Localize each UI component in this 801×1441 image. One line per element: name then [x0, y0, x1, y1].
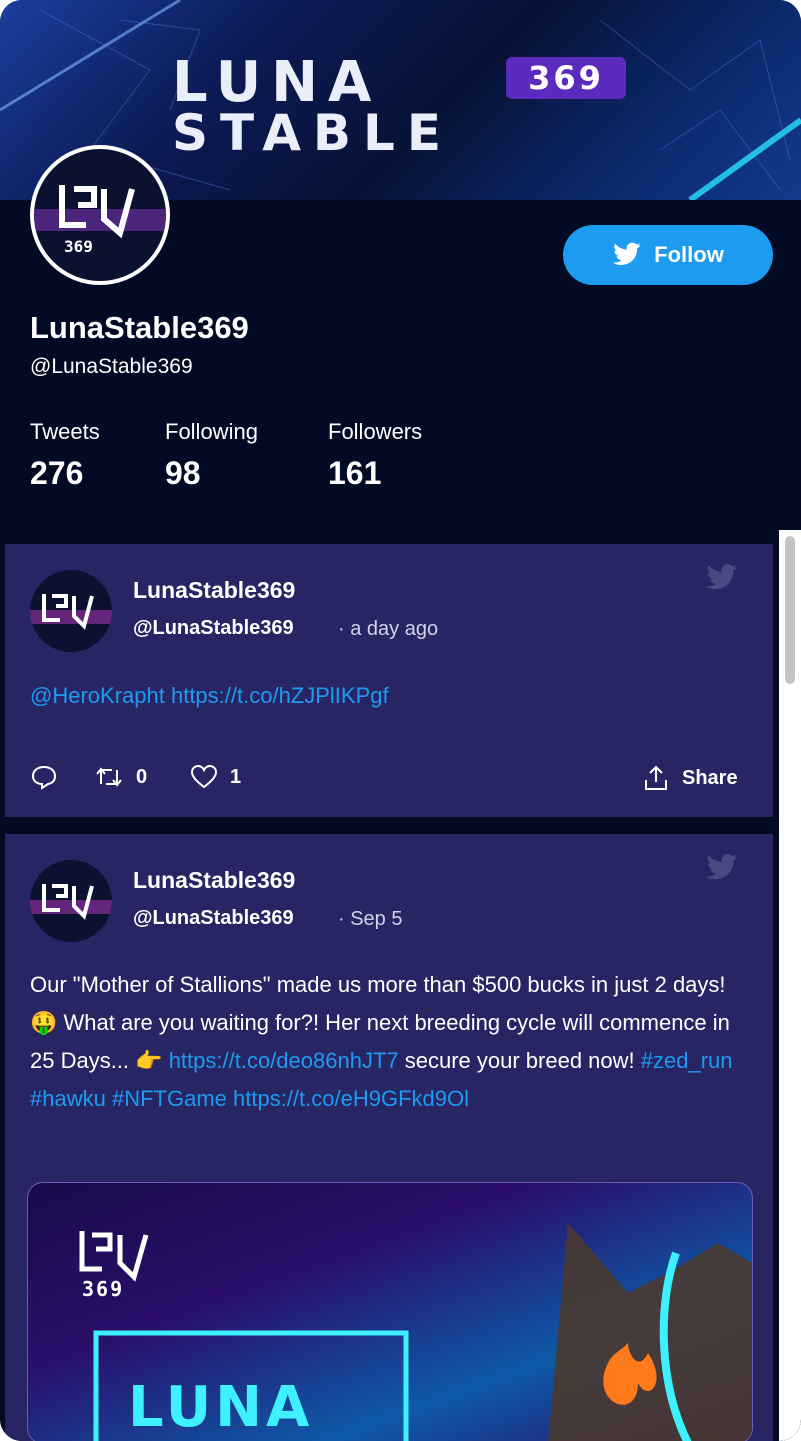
follow-button[interactable]: Follow [563, 225, 773, 285]
horse-logo-icon [34, 185, 166, 239]
twitter-timeline-widget: LUNA 369 STABLE 369 Follow LunaStable369… [0, 0, 801, 1441]
tweet-author-handle[interactable]: @LunaStable369 [133, 907, 294, 930]
tweet-url-link[interactable]: https://t.co/eH9GFkd9Ol [233, 1086, 469, 1111]
banner-title-line2: STABLE [172, 104, 454, 162]
reply-button[interactable] [30, 764, 58, 790]
horse-logo-icon [30, 594, 112, 630]
tweet-text: Our "Mother of Stallions" made us more t… [30, 966, 750, 1118]
retweet-icon [96, 767, 122, 787]
timeline-scrollbar[interactable] [779, 530, 801, 1441]
stat-value-followers: 161 [328, 455, 382, 491]
tweet-timestamp[interactable]: · a day ago [338, 618, 438, 641]
profile-display-name[interactable]: LunaStable369 [30, 310, 249, 346]
tweet-mention-link[interactable]: @HeroKrapht [30, 683, 165, 708]
retweet-count: 0 [136, 765, 148, 788]
tweet-author-handle[interactable]: @LunaStable369 [133, 617, 294, 640]
hashtag-link[interactable]: #hawku [30, 1086, 106, 1111]
hashtag-link[interactable]: #NFTGame [112, 1086, 227, 1111]
profile-avatar[interactable]: 369 [30, 145, 170, 285]
horse-logo-icon [30, 884, 112, 920]
tweet-url-link[interactable]: https://t.co/hZJPlIKPgf [171, 683, 389, 708]
tweet-avatar[interactable] [30, 860, 112, 942]
stat-value-following: 98 [165, 455, 201, 491]
follow-button-label: Follow [654, 242, 724, 267]
twitter-bird-icon[interactable] [705, 854, 739, 882]
tweet-card[interactable]: LunaStable369 @LunaStable369 · Sep 5 Our… [5, 834, 773, 1441]
tweet-url-link[interactable]: https://t.co/deo86nhJT7 [169, 1048, 399, 1073]
tweet-author-name[interactable]: LunaStable369 [133, 577, 295, 604]
stat-value-tweets: 276 [30, 455, 84, 491]
scrollbar-thumb[interactable] [785, 536, 795, 684]
share-icon [645, 765, 667, 790]
like-button[interactable]: 1 [190, 764, 241, 790]
like-count: 1 [230, 765, 242, 788]
stat-label-following: Following [165, 419, 258, 444]
media-title-text: LUNA [128, 1375, 314, 1440]
media-logo-number: 369 [82, 1277, 125, 1301]
tweet-timeline: LunaStable369 @LunaStable369 · a day ago… [0, 544, 801, 1441]
tweet-card[interactable]: LunaStable369 @LunaStable369 · a day ago… [5, 544, 773, 817]
twitter-bird-icon [612, 242, 641, 266]
tweet-text-part: secure your breed now! [398, 1048, 641, 1073]
banner-badge: 369 [506, 57, 626, 99]
twitter-bird-icon[interactable] [705, 564, 739, 592]
reply-icon [31, 765, 57, 790]
stat-label-tweets: Tweets [30, 419, 100, 444]
profile-handle[interactable]: @LunaStable369 [30, 355, 193, 379]
stat-label-followers: Followers [328, 419, 423, 444]
tweet-author-name[interactable]: LunaStable369 [133, 867, 295, 894]
share-label: Share [682, 766, 738, 789]
tweet-avatar[interactable] [30, 570, 112, 652]
tweet-actions: 0 1 Share [30, 764, 750, 794]
tweet-timestamp[interactable]: · Sep 5 [338, 908, 402, 931]
heart-icon [190, 764, 218, 789]
hashtag-link[interactable]: #zed_run [641, 1048, 733, 1073]
tweet-text: @HeroKrapht https://t.co/hZJPlIKPgf [30, 677, 750, 715]
avatar-logo-number: 369 [64, 237, 93, 256]
tweet-media-image[interactable]: 369 LUNA [27, 1182, 753, 1441]
retweet-button[interactable]: 0 [94, 764, 147, 790]
share-button[interactable]: Share [642, 764, 738, 792]
